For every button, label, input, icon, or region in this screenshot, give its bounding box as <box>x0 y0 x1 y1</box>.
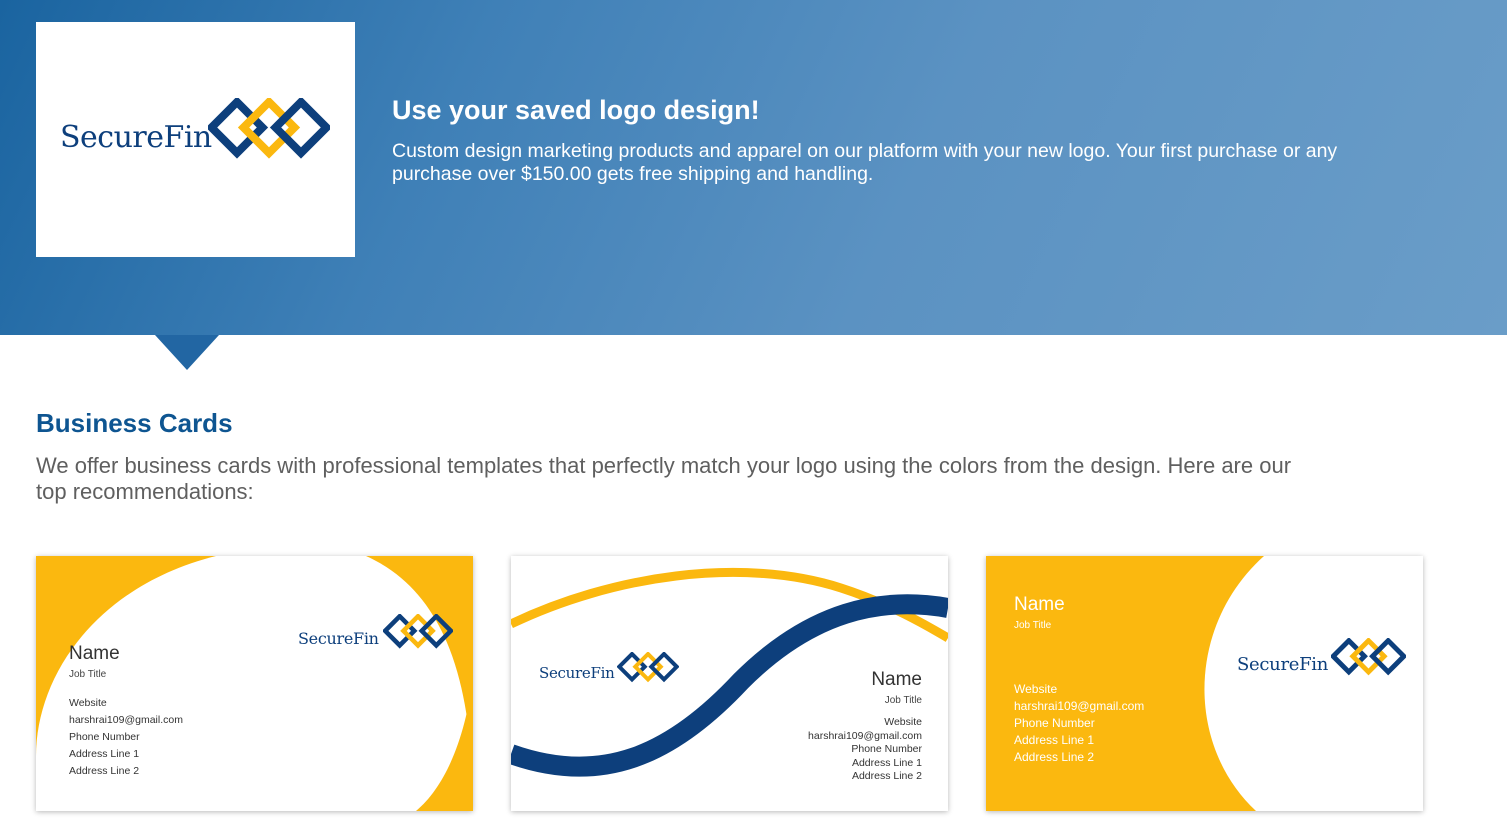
interlocking-diamonds-icon <box>1331 638 1406 690</box>
interlocking-diamonds-icon <box>208 98 330 182</box>
interlocking-diamonds-icon <box>383 614 453 662</box>
saved-logo-preview: SecureFin <box>36 22 355 257</box>
section-title: Business Cards <box>36 408 233 438</box>
hero-description: Custom design marketing products and app… <box>392 140 1338 185</box>
card-address-1: Address Line 1 <box>1014 733 1095 747</box>
card-address-2: Address Line 2 <box>69 765 140 777</box>
card-logo-text: SecureFin <box>298 628 379 648</box>
hero-title: Use your saved logo design! <box>392 95 760 125</box>
business-card-template-1[interactable]: SecureFin Name Job Title Website harshra… <box>36 556 473 811</box>
card-address-2: Address Line 2 <box>851 770 922 782</box>
card-phone: Phone Number <box>69 731 140 743</box>
card-job-title: Job Title <box>884 695 922 706</box>
card-job-title: Job Title <box>1014 620 1052 631</box>
card-name: Name <box>69 643 120 664</box>
card-website: Website <box>69 697 107 709</box>
card-email: harshrai109@gmail.com <box>1014 699 1145 713</box>
card-website: Website <box>884 716 922 728</box>
card-logo: SecureFin <box>539 652 680 694</box>
card-address-1: Address Line 1 <box>69 748 140 760</box>
card-logo: SecureFin <box>298 614 453 662</box>
card-phone: Phone Number <box>851 743 922 755</box>
card-address-1: Address Line 1 <box>851 756 922 769</box>
card-contact-info: Name Job Title Website harshrai109@gmail… <box>808 669 922 784</box>
card-phone: Phone Number <box>1014 716 1095 730</box>
card-name: Name <box>871 669 922 690</box>
business-card-template-2[interactable]: SecureFin Name Job Title Website harshra… <box>511 556 948 811</box>
card-name: Name <box>1014 594 1065 615</box>
interlocking-diamonds-icon <box>617 652 680 682</box>
card-logo-text: SecureFin <box>1237 653 1329 675</box>
card-address-2: Address Line 2 <box>1014 750 1095 764</box>
logo-wordmark: SecureFin <box>60 120 212 155</box>
card-email: harshrai109@gmail.com <box>69 714 183 726</box>
card-logo-text: SecureFin <box>539 664 615 682</box>
business-card-template-3[interactable]: SecureFin Name Job Title Website harshra… <box>986 556 1423 811</box>
card-job-title: Job Title <box>69 669 107 680</box>
card-email: harshrai109@gmail.com <box>808 729 922 742</box>
section-description: We offer business cards with professiona… <box>36 453 1292 504</box>
card-logo: SecureFin <box>1237 638 1406 690</box>
card-website: Website <box>1014 682 1058 696</box>
card-contact-info: Name Job Title Website harshrai109@gmail… <box>1014 594 1144 766</box>
card-contact-info: Name Job Title Website harshrai109@gmail… <box>69 643 183 780</box>
hero-pointer-arrow <box>155 335 219 370</box>
